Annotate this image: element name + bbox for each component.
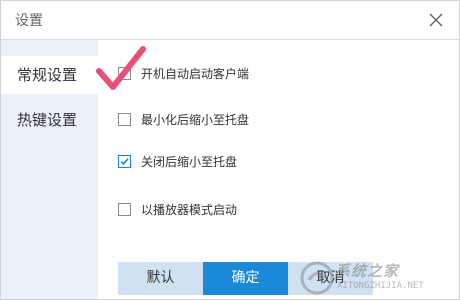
settings-window: 设置 常规设置 热键设置 开机自动启动客户端 最小化后缩小至托盘 关闭后缩小至托… — [0, 0, 460, 300]
option-player-mode[interactable]: 以播放器模式启动 — [118, 200, 237, 218]
option-autostart[interactable]: 开机自动启动客户端 — [118, 64, 249, 82]
sidebar-item-hotkeys[interactable]: 热键设置 — [1, 101, 98, 139]
sidebar-item-general[interactable]: 常规设置 — [1, 56, 98, 94]
autostart-checkbox[interactable] — [118, 66, 131, 80]
window-title: 设置 — [15, 13, 43, 29]
option-label: 开机自动启动客户端 — [141, 66, 250, 81]
ok-button[interactable]: 确定 — [203, 262, 288, 295]
checkmark-icon — [120, 157, 129, 165]
minimize-to-tray-checkbox[interactable] — [118, 112, 131, 126]
settings-sidebar: 常规设置 热键设置 — [1, 40, 98, 299]
sidebar-item-label: 热键设置 — [17, 111, 78, 129]
option-label: 最小化后缩小至托盘 — [141, 112, 250, 127]
option-close-to-tray[interactable]: 关闭后缩小至托盘 — [118, 152, 237, 170]
sidebar-item-label: 常规设置 — [17, 66, 78, 84]
option-label: 以播放器模式启动 — [141, 202, 238, 217]
title-bar: 设置 — [1, 1, 459, 40]
close-to-tray-checkbox[interactable] — [118, 154, 131, 168]
option-label: 关闭后缩小至托盘 — [141, 154, 238, 169]
cancel-button[interactable]: 取消 — [288, 262, 373, 295]
option-minimize-to-tray[interactable]: 最小化后缩小至托盘 — [118, 110, 249, 128]
close-button[interactable] — [423, 7, 449, 33]
default-button[interactable]: 默认 — [118, 262, 203, 295]
player-mode-checkbox[interactable] — [118, 202, 131, 216]
close-icon — [429, 13, 443, 27]
